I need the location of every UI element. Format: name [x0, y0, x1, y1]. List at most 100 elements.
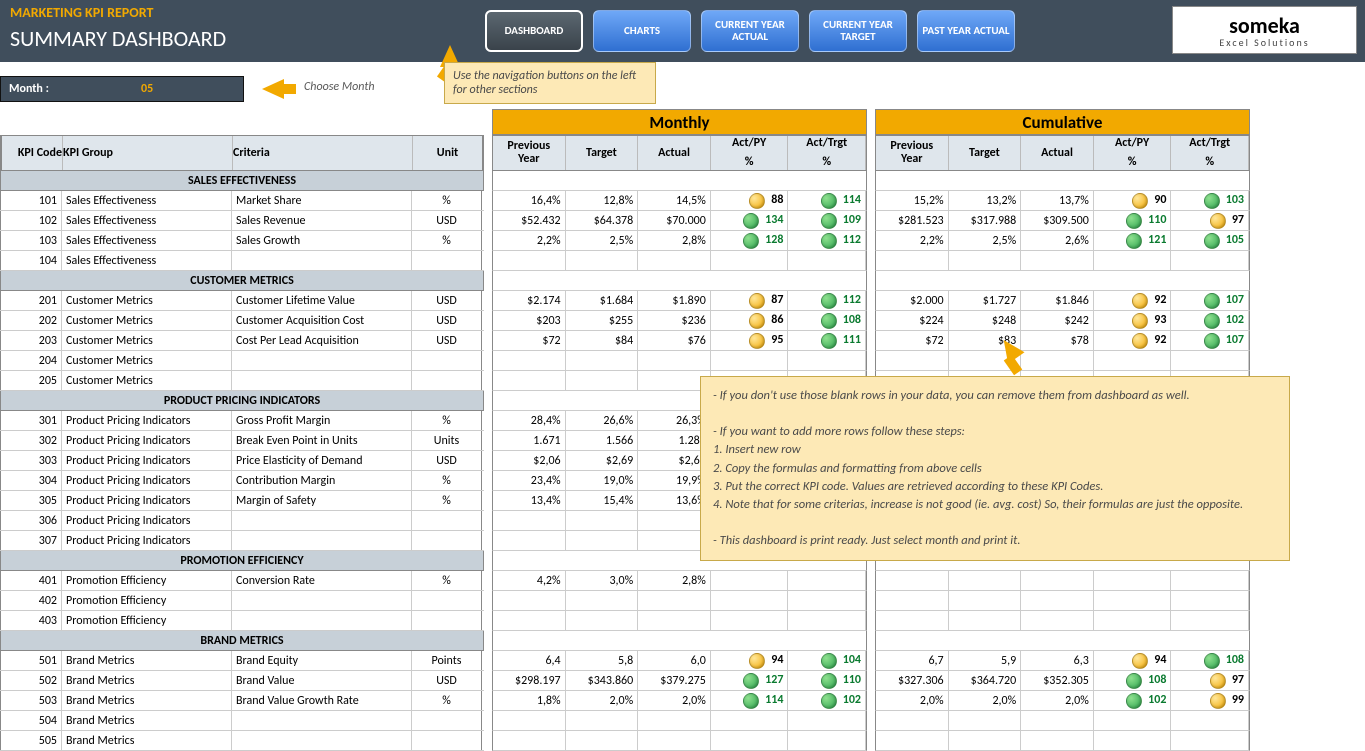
cell-act-trgt: 112 [788, 231, 866, 250]
kpi-row: 102 Sales Effectiveness Sales Revenue US… [0, 211, 484, 231]
col-unit: Unit [413, 136, 483, 170]
cell-target: 12,8% [566, 191, 639, 210]
cell-act-trgt: 108 [788, 311, 866, 330]
status-dot-icon [1126, 693, 1142, 709]
pct-value: 127 [765, 674, 783, 687]
cell-actual: $78 [1021, 331, 1094, 350]
month-selector[interactable]: Month : 05 [0, 76, 244, 102]
cell-target: $248 [949, 311, 1022, 330]
data-row: 4,2% 3,0% 2,8% [492, 571, 867, 591]
nav-current-year-actual-button[interactable]: CURRENT YEAR ACTUAL [701, 10, 799, 52]
status-dot-icon [743, 693, 759, 709]
data-row: $224 $248 $242 93 102 [875, 311, 1250, 331]
status-dot-icon [1210, 693, 1226, 709]
month-label: Month : [1, 82, 81, 96]
col-act-trgt: Act/Trgt% [788, 136, 866, 170]
pct-value: 109 [843, 214, 861, 227]
cell-target: $364.720 [949, 671, 1022, 690]
cell-code: 301 [0, 411, 62, 430]
cell-criteria [232, 611, 412, 630]
cell-actual: 14,5% [638, 191, 711, 210]
pct-value: 93 [1154, 314, 1166, 327]
cell-act-py: 121 [1094, 231, 1172, 250]
kpi-row: 203 Customer Metrics Cost Per Lead Acqui… [0, 331, 484, 351]
cell-unit: % [412, 191, 482, 210]
col-act-py: Act/PY% [1094, 136, 1172, 170]
kpi-row: 101 Sales Effectiveness Market Share % [0, 191, 484, 211]
cell-group: Sales Effectiveness [62, 251, 232, 270]
nav-charts-button[interactable]: CHARTS [593, 10, 691, 52]
cell-criteria: Cost Per Lead Acquisition [232, 331, 412, 350]
cell-group: Customer Metrics [62, 331, 232, 350]
group-spacer [492, 271, 867, 291]
cell-group: Promotion Efficiency [62, 571, 232, 590]
status-dot-icon [821, 193, 837, 209]
cell-prev-year: 2,2% [876, 231, 949, 250]
cell-group: Customer Metrics [62, 311, 232, 330]
status-dot-icon [1204, 193, 1220, 209]
cell-actual: 2,6% [1021, 231, 1094, 250]
cell-code: 305 [0, 491, 62, 510]
cell-actual: $236 [638, 311, 711, 330]
pct-value: 112 [843, 294, 861, 307]
pct-value: 108 [843, 314, 861, 327]
cell-prev-year: 16,4% [493, 191, 566, 210]
cell-target: $84 [566, 331, 639, 350]
status-dot-icon [749, 333, 765, 349]
group-header: CUSTOMER METRICS [0, 271, 484, 291]
cell-criteria: Customer Lifetime Value [232, 291, 412, 310]
cell-code: 501 [0, 651, 62, 670]
cell-group: Promotion Efficiency [62, 591, 232, 610]
data-row: 6,4 5,8 6,0 94 104 [492, 651, 867, 671]
nav-dashboard-button[interactable]: DASHBOARD [485, 10, 583, 52]
cell-code: 202 [0, 311, 62, 330]
cell-act-trgt: 114 [788, 191, 866, 210]
nav-past-year-actual-button[interactable]: PAST YEAR ACTUAL [917, 10, 1015, 52]
pct-value: 102 [1226, 314, 1244, 327]
col-actual: Actual [638, 136, 711, 170]
cell-group: Product Pricing Indicators [62, 511, 232, 530]
cell-code: 307 [0, 531, 62, 550]
kpi-row: 403 Promotion Efficiency [0, 611, 484, 631]
cell-criteria: Sales Growth [232, 231, 412, 250]
data-row-empty [492, 611, 867, 631]
status-dot-icon [749, 193, 765, 209]
cell-target: $64.378 [566, 211, 639, 230]
cell-group: Brand Metrics [62, 691, 232, 710]
kpi-row: 204 Customer Metrics [0, 351, 484, 371]
cell-group: Product Pricing Indicators [62, 451, 232, 470]
kpi-row: 104 Sales Effectiveness [0, 251, 484, 271]
col-kpi-group: KPI Group [63, 136, 233, 170]
cell-act-py: 92 [1094, 291, 1172, 310]
pct-value: 92 [1154, 294, 1166, 307]
pct-value: 94 [771, 654, 783, 667]
pct-value: 110 [843, 674, 861, 687]
cell-actual: 13,7% [1021, 191, 1094, 210]
data-row-empty [492, 731, 867, 751]
cell-target: 2,5% [566, 231, 639, 250]
cell-act-trgt: 97 [1171, 211, 1249, 230]
cell-code: 401 [0, 571, 62, 590]
nav-current-year-target-button[interactable]: CURRENT YEAR TARGET [809, 10, 907, 52]
cell-act-py: 127 [711, 671, 789, 690]
cell-unit: % [412, 571, 482, 590]
data-row: $72 $83 $78 92 107 [875, 331, 1250, 351]
pct-value: 114 [843, 194, 861, 207]
cell-act-trgt: 99 [1171, 691, 1249, 710]
status-dot-icon [1204, 293, 1220, 309]
cell-act-trgt: 97 [1171, 671, 1249, 690]
group-spacer [875, 271, 1250, 291]
logo: someka Excel Solutions [1172, 6, 1357, 54]
kpi-row: 304 Product Pricing Indicators Contribut… [0, 471, 484, 491]
pct-value: 108 [1148, 674, 1166, 687]
cell-prev-year: $203 [493, 311, 566, 330]
cell-group: Sales Effectiveness [62, 231, 232, 250]
status-dot-icon [821, 213, 837, 229]
group-spacer [492, 171, 867, 191]
kpi-row: 402 Promotion Efficiency [0, 591, 484, 611]
cell-target: 19,0% [566, 471, 639, 490]
cell-target: $1.684 [566, 291, 639, 310]
cell-act-py: 93 [1094, 311, 1172, 330]
col-act-py: Act/PY% [711, 136, 789, 170]
status-dot-icon [749, 653, 765, 669]
